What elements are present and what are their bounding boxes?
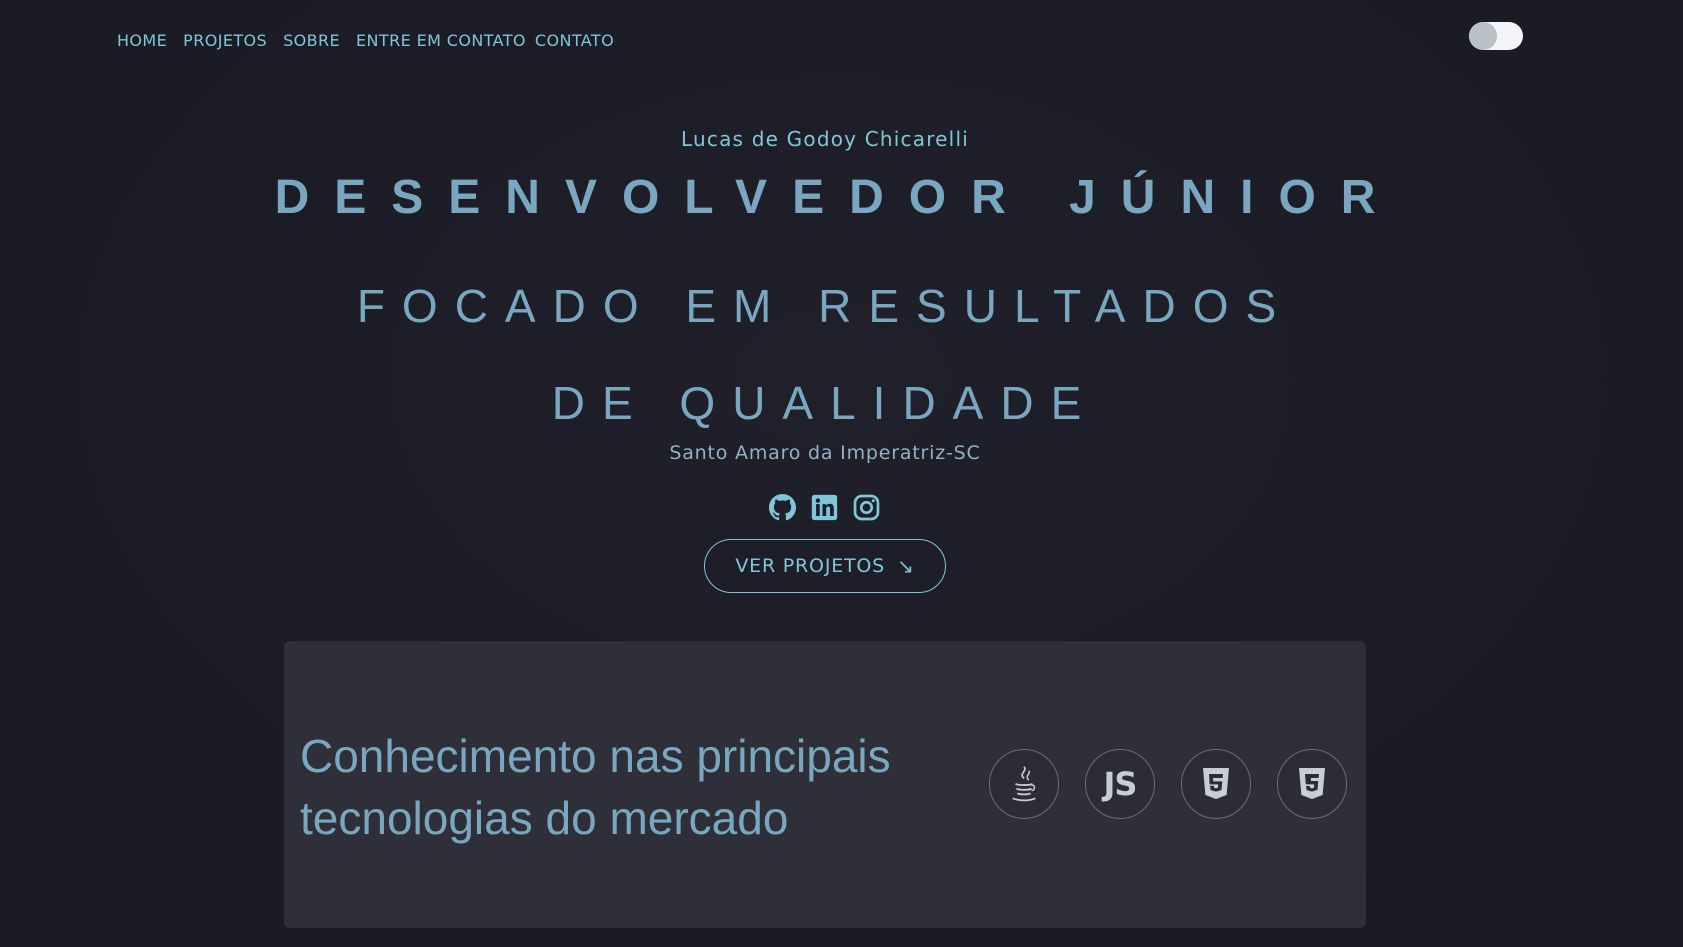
- arrow-down-right-icon: ↘: [897, 554, 915, 578]
- nav-about-link[interactable]: SOBRE: [283, 31, 340, 50]
- page: HOME PROJETOS SOBRE ENTRE EM CONTATO CON…: [0, 0, 1683, 947]
- linkedin-icon[interactable]: [811, 494, 838, 521]
- github-icon[interactable]: [769, 494, 796, 521]
- hero-subtitle: FOCADO EM RESULTADOS DE QUALIDADE: [356, 280, 1294, 429]
- top-nav: HOME PROJETOS SOBRE ENTRE EM CONTATO CON…: [117, 31, 630, 50]
- nav-projects-link[interactable]: PROJETOS: [183, 31, 267, 50]
- instagram-icon[interactable]: [853, 494, 880, 521]
- nav-get-in-touch-link[interactable]: ENTRE EM CONTATO: [356, 31, 526, 50]
- view-projects-label: VER PROJETOS: [735, 555, 886, 577]
- nav-contact-link[interactable]: CONTATO: [535, 31, 614, 50]
- javascript-label: JS: [1103, 765, 1138, 803]
- hero-name: Lucas de Godoy Chicarelli: [681, 127, 969, 151]
- skills-card: Conhecimento nas principais tecnologias …: [284, 641, 1366, 928]
- theme-toggle[interactable]: [1469, 22, 1523, 50]
- html5-icon: [1181, 749, 1251, 819]
- css3-icon: [1277, 749, 1347, 819]
- javascript-icon: JS: [1085, 749, 1155, 819]
- java-icon: [989, 749, 1059, 819]
- theme-toggle-knob: [1469, 22, 1497, 50]
- social-links: [769, 494, 880, 521]
- hero-location: Santo Amaro da Imperatriz-SC: [669, 442, 981, 464]
- skills-card-text: Conhecimento nas principais tecnologias …: [300, 730, 891, 844]
- nav-home-link[interactable]: HOME: [117, 31, 167, 50]
- view-projects-button[interactable]: VER PROJETOS ↘: [704, 539, 946, 593]
- hero-title: DESENVOLVEDOR JÚNIOR: [274, 171, 1401, 224]
